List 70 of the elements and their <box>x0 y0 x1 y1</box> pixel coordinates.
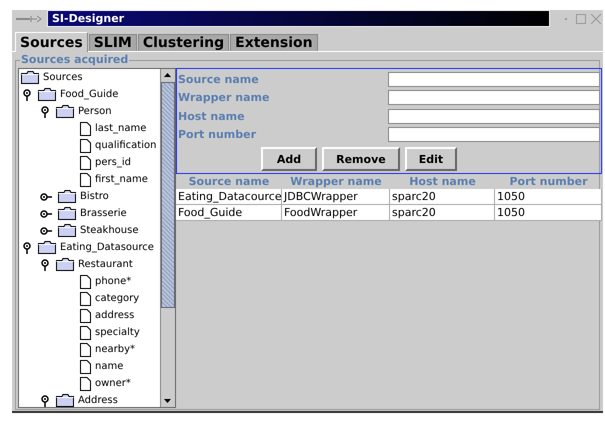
field-label: Port number <box>178 128 258 142</box>
folder-icon <box>58 224 76 237</box>
field-label: Wrapper name <box>178 91 270 104</box>
tree-item[interactable]: specialty <box>95 327 140 338</box>
file-icon <box>80 138 91 152</box>
expanded-toggle-icon[interactable] <box>40 106 50 118</box>
expanded-toggle-icon[interactable] <box>40 258 50 270</box>
collapsed-toggle-icon[interactable] <box>40 226 52 236</box>
tree-item[interactable]: Sources <box>43 72 83 83</box>
collapsed-toggle-icon[interactable] <box>40 192 52 202</box>
tab[interactable]: Sources <box>15 32 88 52</box>
tree-item[interactable]: Food_Guide <box>60 89 118 100</box>
action-button[interactable]: Remove <box>322 147 400 171</box>
tree-item[interactable]: phone* <box>95 276 132 287</box>
folder-icon <box>38 241 56 254</box>
tree-item[interactable]: Eating_Datasource <box>60 242 154 253</box>
expanded-toggle-icon[interactable] <box>40 394 50 406</box>
input-field[interactable] <box>388 72 600 87</box>
scroll-thumb[interactable] <box>161 82 175 308</box>
tree-item[interactable]: name <box>95 361 124 372</box>
tree-item[interactable]: Brasserie <box>80 208 127 219</box>
action-button[interactable]: Edit <box>404 147 458 171</box>
action-button[interactable]: Add <box>260 147 318 171</box>
field-label: Source name <box>178 72 260 86</box>
table-cell: Food_Guide <box>176 205 282 221</box>
file-icon <box>80 292 91 306</box>
file-icon <box>80 274 91 288</box>
input-field[interactable] <box>388 108 600 124</box>
folder-icon <box>56 105 74 118</box>
folder-icon <box>58 190 76 203</box>
collapsed-toggle-icon[interactable] <box>40 208 52 218</box>
file-icon <box>80 360 91 374</box>
tree-item[interactable]: Person <box>78 106 112 117</box>
file-icon <box>80 376 91 390</box>
tree-item[interactable]: nearby* <box>95 344 135 355</box>
tree-item[interactable]: Restaurant <box>78 259 133 270</box>
tree-item[interactable]: Bistro <box>80 191 109 202</box>
tab[interactable]: SLIM <box>88 34 137 51</box>
tree-item[interactable]: category <box>95 293 140 304</box>
folder-icon <box>21 71 39 84</box>
folder-icon <box>38 88 56 101</box>
file-icon <box>80 308 91 322</box>
field-label: Host name <box>178 110 246 123</box>
file-icon <box>80 172 91 186</box>
tree-item[interactable]: address <box>95 310 134 321</box>
table-cell: sparc20 <box>390 205 495 221</box>
expanded-toggle-icon[interactable] <box>22 88 32 100</box>
tab[interactable]: Extension <box>230 34 318 51</box>
input-field[interactable] <box>388 127 600 142</box>
expanded-toggle-icon[interactable] <box>22 242 32 254</box>
tree-item[interactable]: Steakhouse <box>80 225 138 236</box>
tree-item[interactable]: pers_id <box>95 157 131 168</box>
scrollbar[interactable] <box>160 69 175 407</box>
file-icon <box>80 326 91 340</box>
input-field[interactable] <box>388 90 600 106</box>
table-cell: FoodWrapper <box>282 205 390 221</box>
folder-icon <box>58 207 76 220</box>
tab[interactable]: Clustering <box>138 34 230 51</box>
tree-item[interactable]: owner* <box>95 378 131 389</box>
group-title: Sources acquired <box>20 53 130 67</box>
folder-icon <box>56 258 74 271</box>
tree-item[interactable]: first_name <box>95 174 148 185</box>
table-cell: 1050 <box>495 205 602 221</box>
file-icon <box>80 342 91 356</box>
tree-item[interactable]: last_name <box>95 123 146 134</box>
tree-item[interactable]: qualification <box>95 140 156 151</box>
file-icon <box>80 122 91 136</box>
file-icon <box>80 156 91 170</box>
window-title: SI-Designer <box>52 12 124 25</box>
tree-item[interactable]: Address <box>78 395 118 406</box>
